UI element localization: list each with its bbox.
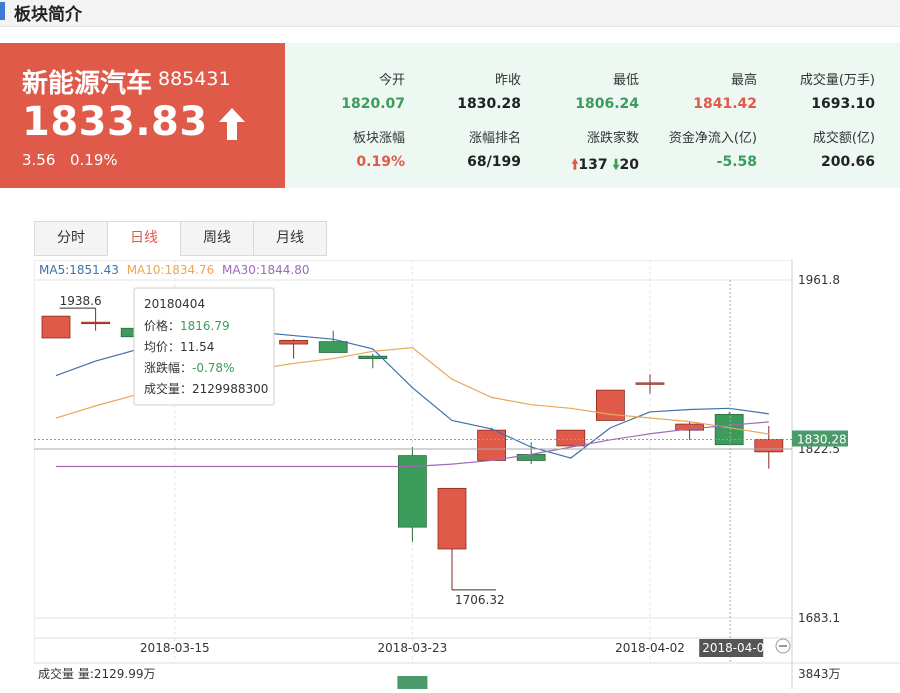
current-price: 1833.83 (22, 99, 208, 145)
tooltip-chg: -0.78% (192, 361, 234, 375)
stat-low-label: 最低 (612, 73, 639, 88)
volume-label: 成交量 量:2129.99万 (38, 666, 155, 681)
tooltip-chg-row: 涨跌幅：-0.78% (144, 360, 234, 375)
stat-prev-close-label: 昨收 (494, 73, 521, 88)
stat-net-inflow: 资金净流入(亿) -5.58 (637, 127, 757, 170)
section-header: 板块简介 (0, 0, 900, 27)
high-marker-label: 1938.6 (60, 294, 102, 308)
zoom-out-button[interactable] (775, 638, 791, 654)
quote-summary-panel: 新能源汽车 885431 1833.83 3.56 0.19% (0, 43, 285, 188)
xtick-1: 2018-03-23 (378, 641, 448, 655)
stat-prev-close: 昨收 1830.28 (401, 69, 521, 112)
stat-open-label: 今开 (378, 73, 405, 88)
tab-monthly[interactable]: 月线 (253, 221, 327, 256)
stat-net-inflow-label: 资金净流入(亿) (668, 131, 757, 146)
up-count: 137 (578, 157, 608, 173)
section-accent-bar (0, 2, 5, 20)
candle-body-10 (437, 487, 467, 550)
ytick-top: 1961.8 (798, 273, 840, 287)
crosshair-date-label: 2018-04-04 (702, 641, 772, 655)
block-name: 新能源汽车 (22, 69, 153, 99)
stat-rank-value: 68/199 (467, 154, 521, 170)
kline-chart[interactable]: MA5:1851.43 MA10:1834.76 MA30:1844.80 19… (33, 259, 900, 689)
stat-high: 最高 1841.42 (637, 69, 757, 112)
section-title: 板块简介 (14, 5, 82, 25)
candle-body-15 (635, 382, 665, 385)
stat-up-down-label: 涨跌家数 (586, 131, 639, 146)
down-arrow-icon: 🠛 (612, 157, 620, 173)
volume-bar-last (397, 676, 428, 689)
current-price-tag-label: 1830.28 (797, 433, 847, 447)
stat-prev-close-value: 1830.28 (457, 96, 521, 112)
stat-high-label: 最高 (730, 73, 757, 88)
stat-low-value: 1806.24 (575, 96, 639, 112)
stat-volume-label: 成交量(万手) (799, 73, 875, 88)
kline-chart-area[interactable]: MA5:1851.43 MA10:1834.76 MA30:1844.80 19… (33, 259, 900, 689)
stat-up-down: 涨跌家数 🠙137 🠛20 (519, 127, 639, 178)
block-code: 885431 (158, 68, 231, 90)
tooltip: 20180404 价格：1816.79 均价：11.54 涨跌幅：-0.78% … (133, 287, 275, 406)
candle-body-1 (81, 321, 110, 325)
stat-high-value: 1841.42 (693, 96, 757, 112)
stat-block-change-value: 0.19% (356, 154, 405, 170)
low-marker-label: 1706.32 (455, 593, 505, 607)
quote-stats-panel: 今开 1820.07 昨收 1830.28 最低 1806.24 最高 1841… (285, 43, 900, 188)
tooltip-avg-label: 均价： (144, 340, 180, 354)
tooltip-vol-label: 成交量： (144, 381, 192, 396)
candle-body-14 (596, 389, 625, 421)
ma5-legend: MA5:1851.43 (39, 263, 119, 277)
tab-intraday[interactable]: 分时 (34, 221, 108, 256)
stat-volume-value: 1693.10 (811, 96, 875, 112)
xtick-2: 2018-04-02 (615, 641, 685, 655)
xtick-0: 2018-03-15 (140, 641, 210, 655)
tooltip-vol: 2129988300 (192, 382, 268, 396)
tooltip-avg-row: 均价：11.54 (144, 340, 214, 354)
candle-body-11 (477, 429, 507, 461)
stat-rank-label: 涨幅排名 (468, 131, 521, 146)
stat-net-inflow-value: -5.58 (716, 154, 757, 170)
tooltip-avg: 11.54 (180, 340, 214, 354)
stat-amount-value: 200.66 (820, 154, 875, 170)
ma-legend: MA5:1851.43 MA10:1834.76 MA30:1844.80 (39, 263, 310, 277)
candle-body-0 (41, 315, 71, 339)
tab-weekly[interactable]: 周线 (180, 221, 254, 256)
candle-body-6 (279, 339, 309, 345)
ma30-legend: MA30:1844.80 (222, 263, 310, 277)
candle-body-13 (556, 429, 586, 447)
candle-body-7 (318, 341, 348, 353)
stat-low: 最低 1806.24 (519, 69, 639, 112)
price-change-pct: 0.19% (70, 151, 118, 169)
tooltip-price-label: 价格： (144, 318, 180, 333)
stat-amount: 成交额(亿) 200.66 (755, 127, 875, 170)
stat-rank: 涨幅排名 68/199 (401, 127, 521, 170)
arrow-up-icon (219, 108, 245, 140)
volume-max-label: 3843万 (798, 667, 841, 681)
ma10-legend: MA10:1834.76 (127, 263, 215, 277)
stat-open-value: 1820.07 (341, 96, 405, 112)
stat-volume: 成交量(万手) 1693.10 (755, 69, 875, 112)
stat-block-change: 板块涨幅 0.19% (285, 127, 405, 170)
price-change: 3.56 (22, 151, 56, 169)
candle-body-18 (754, 439, 784, 453)
stat-amount-label: 成交额(亿) (812, 131, 875, 146)
tooltip-price: 1816.79 (180, 319, 230, 333)
stat-block-change-label: 板块涨幅 (352, 131, 405, 146)
tooltip-date: 20180404 (144, 297, 205, 311)
tooltip-price-row: 价格：1816.79 (144, 318, 230, 333)
ytick-bottom: 1683.1 (798, 611, 840, 625)
stat-open: 今开 1820.07 (285, 69, 405, 112)
tooltip-chg-label: 涨跌幅： (144, 360, 192, 375)
stat-up-down-value: 🠙137 🠛20 (519, 154, 639, 178)
tooltip-vol-row: 成交量：2129988300 (144, 381, 268, 396)
tab-daily[interactable]: 日线 (107, 221, 181, 256)
